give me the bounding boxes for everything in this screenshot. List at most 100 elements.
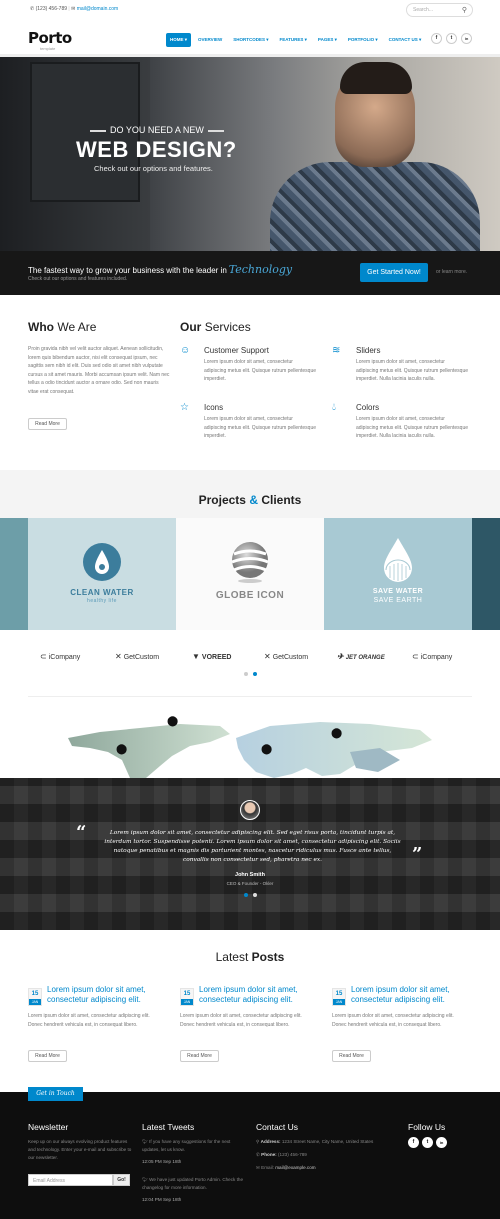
client-logo[interactable]: ✕ GetCustom: [115, 652, 159, 661]
post-month: JAN: [333, 999, 345, 1005]
post-read-more-button[interactable]: Read More: [180, 1050, 219, 1062]
service-desc: Lorem ipsum dolor sit amet, consectetur …: [356, 359, 469, 383]
testimonial-pager-dot-active[interactable]: [244, 893, 248, 897]
map-pin-icon[interactable]: ⬤: [167, 716, 178, 727]
footer-linkedin-icon[interactable]: in: [436, 1137, 447, 1148]
post-title-link[interactable]: Lorem ipsum dolor sit amet, consectetur …: [47, 985, 167, 1005]
services-heading: Our Services: [180, 320, 251, 334]
client-logo[interactable]: ▼ VOREED: [192, 652, 231, 661]
map-pin-icon[interactable]: ⬤: [331, 728, 342, 739]
follow-heading: Follow Us: [408, 1122, 446, 1132]
logo-tagline: template: [40, 46, 56, 51]
projects-carousel: CLEAN WATER healthy life GLOBE ICON SAVE…: [0, 518, 500, 630]
search-placeholder: Search...: [413, 7, 434, 13]
nav-features[interactable]: FEATURES ▾: [275, 33, 310, 47]
search-input[interactable]: Search... ⚲: [406, 3, 473, 17]
hero-title: WEB DESIGN?: [76, 137, 237, 162]
nav-shortcodes[interactable]: SHORTCODES ▾: [229, 33, 272, 47]
nav-portfolio[interactable]: PORTFOLIO ▾: [344, 33, 382, 47]
who-title-bold: Who: [28, 320, 54, 334]
client-logo-icon: ⊂: [40, 652, 47, 661]
posts-title-a: Latest: [215, 950, 249, 964]
footer-twitter-icon[interactable]: t: [422, 1137, 433, 1148]
hero-slider: [0, 57, 500, 251]
service-icons: ☆ Icons Lorem ipsum dolor sit amet, cons…: [180, 402, 320, 452]
top-bar: ✆ (123) 456-789 | ✉ mail@domain.com Sear…: [0, 0, 500, 20]
linkedin-icon[interactable]: in: [461, 33, 472, 44]
clients-pager-dot-active[interactable]: [253, 672, 257, 676]
project-partial-left[interactable]: [0, 518, 28, 630]
nav-contact[interactable]: CONTACT US ▾: [385, 33, 426, 47]
water-globe-logo-icon: [384, 538, 412, 582]
nav-pages[interactable]: PAGES ▾: [314, 33, 341, 47]
phone-value: (123) 456-789: [278, 1152, 307, 1157]
newsletter-email-input[interactable]: Email Address: [28, 1174, 113, 1186]
services-title-bold: Our: [180, 320, 202, 334]
email-value-link[interactable]: mail@example.com: [275, 1165, 315, 1170]
main-nav: HOME ▾ OVERVIEW SHORTCODES ▾ FEATURES ▾ …: [166, 33, 425, 47]
newsletter-text: Keep up on our always evolving product f…: [28, 1139, 132, 1160]
tweets-heading: Latest Tweets: [142, 1122, 195, 1132]
project-clean-water[interactable]: CLEAN WATER healthy life: [28, 518, 176, 630]
map-pin-icon[interactable]: ⬤: [116, 744, 127, 755]
tweet-text: If you have any suggestions for the next…: [142, 1139, 231, 1152]
latest-posts-heading: Latest Posts: [0, 950, 500, 964]
post-date: 15 JAN: [332, 988, 346, 1006]
hero-kicker: DO YOU NEED A NEW: [90, 125, 224, 135]
top-contact: ✆ (123) 456-789 | ✉ mail@domain.com: [30, 6, 119, 12]
contact-phone: ✆ Phone: (123) 456-789: [256, 1151, 307, 1159]
logo-text: Porto: [28, 29, 72, 47]
facebook-icon[interactable]: f: [431, 33, 442, 44]
projects-heading: Projects & Clients: [0, 493, 500, 507]
service-colors: 💧︎ Colors Lorem ipsum dolor sit amet, co…: [332, 402, 472, 452]
client-name: JET ORANGE: [345, 655, 385, 661]
client-logo[interactable]: ⊂ iCompany: [412, 652, 452, 661]
nav-home[interactable]: HOME ▾: [166, 33, 192, 47]
service-sliders: ≋ Sliders Lorem ipsum dolor sit amet, co…: [332, 345, 472, 395]
contact-heading: Contact Us: [256, 1122, 299, 1132]
post-card: 15 JAN Lorem ipsum dolor sit amet, consec…: [28, 985, 172, 1065]
post-read-more-button[interactable]: Read More: [332, 1050, 371, 1062]
contact-email: ✉ Email: mail@example.com: [256, 1164, 316, 1172]
kicker-line-right: [207, 129, 224, 132]
twitter-icon[interactable]: t: [446, 33, 457, 44]
get-in-touch-tab[interactable]: Get in Touch: [28, 1087, 83, 1101]
project-save-water[interactable]: SAVE WATER SAVE EARTH: [324, 518, 472, 630]
clients-pager-dot[interactable]: [244, 672, 248, 676]
who-we-are-text: Proin gravida nibh vel velit auctor aliq…: [28, 346, 170, 395]
post-title-link[interactable]: Lorem ipsum dolor sit amet, consectetur …: [351, 985, 471, 1005]
client-logo[interactable]: ✈ JET ORANGE: [337, 652, 385, 661]
newsletter-go-button[interactable]: Go!: [113, 1174, 130, 1186]
contact-address: ⚲ Address: 1234 Street Name, City Name, …: [256, 1138, 401, 1146]
post-read-more-button[interactable]: Read More: [28, 1050, 67, 1062]
get-started-button[interactable]: Get Started Now!: [360, 263, 428, 282]
divider: [28, 696, 472, 697]
learn-more-link[interactable]: or learn more.: [436, 269, 467, 275]
cta-lead-accent: Technology: [228, 263, 293, 276]
who-read-more-button[interactable]: Read More: [28, 418, 67, 430]
testimonial-author: John Smith: [235, 872, 265, 878]
service-customer-support: ☺ Customer Support Lorem ipsum dolor sit…: [180, 345, 320, 395]
client-logo-icon: ✈: [337, 652, 344, 661]
client-logo-icon: ✕: [264, 652, 271, 661]
client-logo[interactable]: ✕ GetCustom: [264, 652, 308, 661]
search-icon[interactable]: ⚲: [462, 6, 467, 14]
post-date: 15 JAN: [180, 988, 194, 1006]
logo[interactable]: Porto template: [28, 29, 72, 51]
project-partial-right[interactable]: [472, 518, 500, 630]
email-label: Email:: [261, 1165, 274, 1170]
nav-overview[interactable]: OVERVIEW: [194, 33, 226, 47]
testimonial-pager-dot[interactable]: [253, 893, 257, 897]
client-logo[interactable]: ⊂ iCompany: [40, 652, 80, 661]
service-name: Sliders: [356, 346, 381, 355]
project-globe-icon[interactable]: GLOBE ICON: [176, 518, 324, 630]
users-icon: ☺: [180, 345, 191, 356]
top-email-link[interactable]: mail@domain.com: [77, 6, 118, 12]
post-title-link[interactable]: Lorem ipsum dolor sit amet, consectetur …: [199, 985, 319, 1005]
post-card: 15 JAN Lorem ipsum dolor sit amet, consec…: [332, 985, 476, 1065]
globe-logo-icon: [231, 542, 269, 583]
footer-facebook-icon[interactable]: f: [408, 1137, 419, 1148]
post-excerpt: Lorem ipsum dolor sit amet, consectetur …: [28, 1013, 150, 1028]
map-pin-icon[interactable]: ⬤: [261, 744, 272, 755]
client-logo-icon: ✕: [115, 652, 122, 661]
